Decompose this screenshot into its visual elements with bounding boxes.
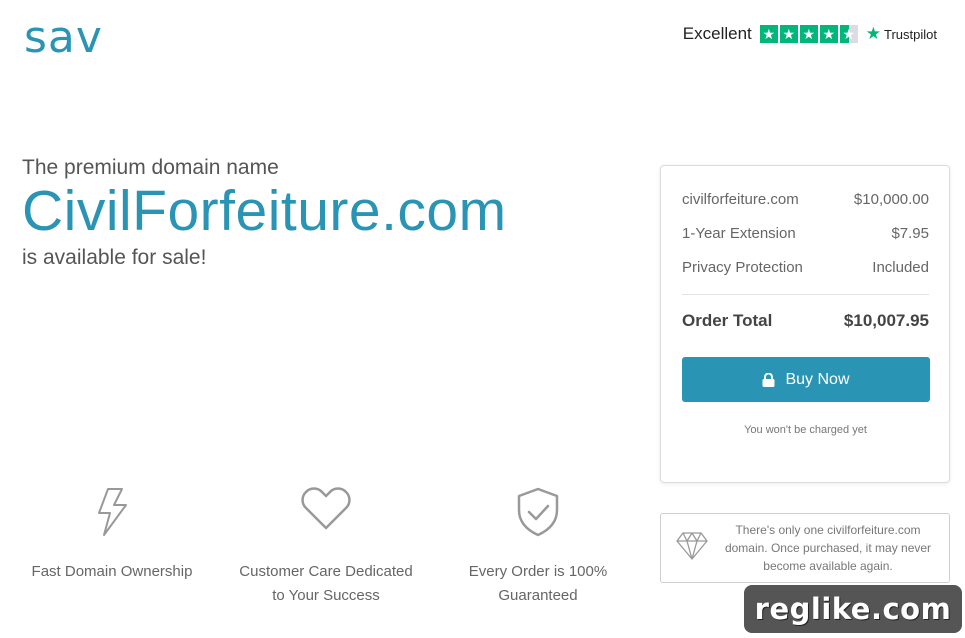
divider <box>682 294 929 295</box>
star-icon: ★ <box>779 25 798 43</box>
trustpilot-star-icon: ★ <box>865 24 882 43</box>
order-line-domain: civilforfeiture.com $10,000.00 <box>682 188 929 212</box>
half-star-icon: ★ <box>839 25 858 43</box>
order-summary-card: civilforfeiture.com $10,000.00 1-Year Ex… <box>660 165 950 483</box>
star-icon: ★ <box>799 25 818 43</box>
line-label: Privacy Protection <box>682 259 803 276</box>
trustpilot-brand-name: Trustpilot <box>884 26 937 42</box>
order-total-label: Order Total <box>682 311 773 330</box>
trustpilot-logo: ★ Trustpilot <box>866 24 937 44</box>
hero: The premium domain name CivilForfeiture.… <box>22 156 507 270</box>
buy-now-label: Buy Now <box>785 370 850 388</box>
rating-stars: ★ ★ ★ ★ ★ <box>759 25 858 43</box>
feature-label: Customer Care Dedicated to Your Success <box>239 563 413 604</box>
hero-intro: The premium domain name <box>22 156 279 179</box>
uniqueness-text: There's only one civilforfeiture.com dom… <box>724 523 932 573</box>
star-icon: ★ <box>819 25 838 43</box>
lightning-icon <box>12 486 212 546</box>
star-icon: ★ <box>759 25 778 43</box>
line-label: civilforfeiture.com <box>682 191 799 208</box>
buy-now-button[interactable]: Buy Now <box>682 357 930 402</box>
hero-availability: is available for sale! <box>22 245 207 269</box>
lock-icon <box>762 372 775 387</box>
order-total: Order Total $10,007.95 <box>682 311 929 331</box>
line-label: 1-Year Extension <box>682 225 796 242</box>
diamond-icon <box>675 531 711 566</box>
feature-guarantee: Every Order is 100% Guaranteed <box>448 486 628 608</box>
trustpilot-rating[interactable]: Excellent ★ ★ ★ ★ ★ ★ Trustpilot <box>683 24 937 44</box>
line-value: $10,000.00 <box>853 191 929 208</box>
order-line-privacy: Privacy Protection Included <box>682 256 929 280</box>
rating-word: Excellent <box>682 24 752 43</box>
feature-fast-ownership: Fast Domain Ownership <box>12 486 212 584</box>
charge-note: You won't be charged yet <box>744 424 867 436</box>
watermark: reglike.com <box>744 585 962 633</box>
shield-check-icon <box>448 486 628 546</box>
line-value: Included <box>872 259 929 276</box>
uniqueness-notice: There's only one civilforfeiture.com dom… <box>660 513 950 583</box>
order-line-extension: 1-Year Extension $7.95 <box>682 222 929 246</box>
line-value: $7.95 <box>891 225 929 242</box>
feature-customer-care: Customer Care Dedicated to Your Success <box>236 486 416 608</box>
feature-label: Every Order is 100% Guaranteed <box>468 563 608 604</box>
feature-label: Fast Domain Ownership <box>31 563 193 580</box>
sav-logo[interactable]: sav <box>24 12 103 63</box>
hero-domain-name: CivilForfeiture.com <box>22 179 507 243</box>
order-total-value: $10,007.95 <box>843 311 929 330</box>
heart-icon <box>236 486 416 546</box>
